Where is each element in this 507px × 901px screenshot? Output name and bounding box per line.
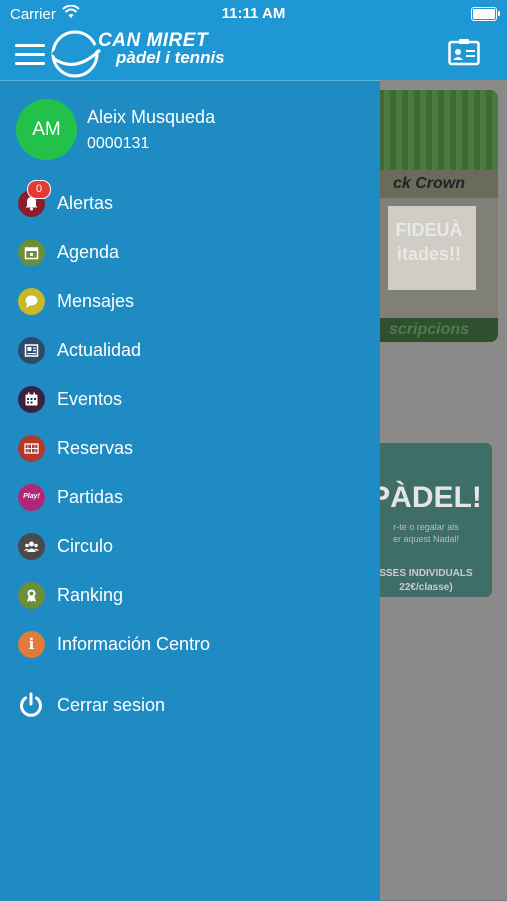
info-icon: i xyxy=(18,631,45,658)
side-drawer: AM Aleix Musqueda 0000131 0 Alertas Agen… xyxy=(0,80,380,901)
menu-item-cerrar-sesion[interactable]: Cerrar sesion xyxy=(0,685,380,725)
menu-item-informacion-centro[interactable]: i Información Centro xyxy=(0,624,380,664)
info-icon-text: i xyxy=(28,635,35,653)
menu-label: Actualidad xyxy=(57,340,142,360)
calendar-icon xyxy=(18,239,45,266)
hamburger-line xyxy=(15,53,45,56)
battery-icon xyxy=(471,7,500,21)
menu-item-circulo[interactable]: Circulo xyxy=(0,526,380,566)
promo-line-1: FIDEUÀ xyxy=(395,220,463,240)
menu-label: Partidas xyxy=(57,487,124,507)
app-logo: CAN MIRET pàdel i tennis xyxy=(50,30,230,78)
menu-item-agenda[interactable]: Agenda xyxy=(0,232,380,272)
menu-item-ranking[interactable]: Ranking xyxy=(0,575,380,615)
menu-label: Información Centro xyxy=(57,634,211,654)
status-time: 11:11 AM xyxy=(221,5,286,22)
medal-icon xyxy=(18,582,45,609)
menu-item-actualidad[interactable]: Actualidad xyxy=(0,330,380,370)
menu-label: Alertas xyxy=(57,193,114,213)
chat-icon xyxy=(18,288,45,315)
play-icon-text: Play! xyxy=(23,493,40,500)
menu-label: Reservas xyxy=(57,438,134,458)
menu-label: Mensajes xyxy=(57,291,135,311)
alert-count-badge: 0 xyxy=(27,180,51,199)
event-calendar-icon xyxy=(18,386,45,413)
promo-text: FIDEUÀ itades!! xyxy=(360,218,498,266)
status-bar: Carrier 11:11 AM xyxy=(0,0,507,28)
id-card-icon[interactable] xyxy=(448,38,480,66)
promo-line-2: itades!! xyxy=(396,244,461,264)
menu-label: Circulo xyxy=(57,536,114,556)
app-header: Carrier 11:11 AM CAN MIRET pàdel i tenni… xyxy=(0,0,507,80)
user-name: Aleix Musqueda xyxy=(87,107,216,127)
logo-swoosh-icon xyxy=(51,30,102,78)
menu-item-alertas[interactable]: 0 Alertas xyxy=(0,180,380,223)
menu-label: Agenda xyxy=(57,242,120,262)
newspaper-icon xyxy=(18,337,45,364)
menu-item-eventos[interactable]: Eventos xyxy=(0,379,380,419)
power-icon xyxy=(20,692,42,717)
menu-button[interactable] xyxy=(15,44,45,66)
play-icon: Play! xyxy=(18,484,45,511)
promo-footer: scripcions xyxy=(360,318,498,342)
hamburger-line xyxy=(15,44,45,47)
hamburger-line xyxy=(15,62,45,65)
menu-item-partidas[interactable]: Play! Partidas xyxy=(0,477,380,517)
court-icon xyxy=(18,435,45,462)
menu-label: Eventos xyxy=(57,389,123,409)
logo-subtitle: pàdel i tennis xyxy=(116,48,225,67)
sponsor-banner: ck Crown xyxy=(360,170,498,198)
menu-item-reservas[interactable]: Reservas xyxy=(0,428,380,468)
group-icon xyxy=(18,533,45,560)
menu-label: Ranking xyxy=(57,585,124,605)
menu-label: Cerrar sesion xyxy=(57,695,166,715)
user-id: 0000131 xyxy=(87,135,150,152)
avatar[interactable]: AM xyxy=(16,99,77,160)
menu-item-mensajes[interactable]: Mensajes xyxy=(0,281,380,321)
court-photo xyxy=(360,90,498,170)
promo-card-1[interactable]: ck Crown FIDEUÀ itades!! scripcions xyxy=(360,90,498,342)
